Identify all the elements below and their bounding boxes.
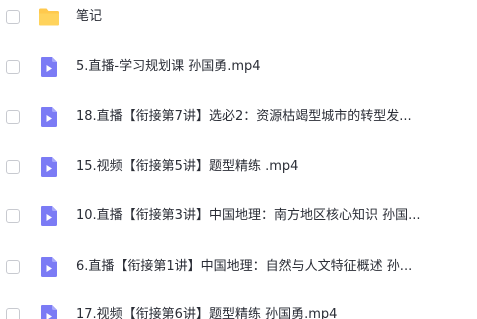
file-name: 10.直播【衔接第3讲】中国地理：南方地区核心知识 孙国... xyxy=(76,208,421,223)
file-list: 笔记 5.直播-学习规划课 孙国勇.mp4 18.直播【衔接第7讲】选必2：资源… xyxy=(0,0,477,319)
file-name: 15.视频【衔接第5讲】题型精练 .mp4 xyxy=(76,159,299,174)
select-checkbox[interactable] xyxy=(6,60,20,74)
file-name: 笔记 xyxy=(76,9,103,24)
video-icon xyxy=(38,256,60,278)
file-name: 18.直播【衔接第7讲】选必2：资源枯竭型城市的转型发... xyxy=(76,109,412,124)
file-name: 5.直播-学习规划课 孙国勇.mp4 xyxy=(76,59,261,74)
list-item-video[interactable]: 6.直播【衔接第1讲】中国地理：自然与人文特征概述 孙... xyxy=(0,252,477,282)
video-icon xyxy=(38,56,60,78)
file-name: 6.直播【衔接第1讲】中国地理：自然与人文特征概述 孙... xyxy=(76,259,413,274)
video-icon xyxy=(38,156,60,178)
list-item-folder[interactable]: 笔记 xyxy=(0,2,477,32)
list-item-video[interactable]: 18.直播【衔接第7讲】选必2：资源枯竭型城市的转型发... xyxy=(0,102,477,132)
select-checkbox[interactable] xyxy=(6,10,20,24)
select-checkbox[interactable] xyxy=(6,260,20,274)
list-item-video[interactable]: 10.直播【衔接第3讲】中国地理：南方地区核心知识 孙国... xyxy=(0,201,477,231)
video-icon xyxy=(38,106,60,128)
select-checkbox[interactable] xyxy=(6,209,20,223)
video-icon xyxy=(38,205,60,227)
select-checkbox[interactable] xyxy=(6,110,20,124)
file-name: 17.视频【衔接第6讲】题型精练 孙国勇.mp4 xyxy=(76,307,338,319)
list-item-video[interactable]: 15.视频【衔接第5讲】题型精练 .mp4 xyxy=(0,152,477,182)
video-icon xyxy=(38,304,60,319)
select-checkbox[interactable] xyxy=(6,160,20,174)
select-checkbox[interactable] xyxy=(6,308,20,319)
folder-icon xyxy=(38,6,60,28)
list-item-video[interactable]: 5.直播-学习规划课 孙国勇.mp4 xyxy=(0,52,477,82)
list-item-video[interactable]: 17.视频【衔接第6讲】题型精练 孙国勇.mp4 xyxy=(0,300,477,319)
